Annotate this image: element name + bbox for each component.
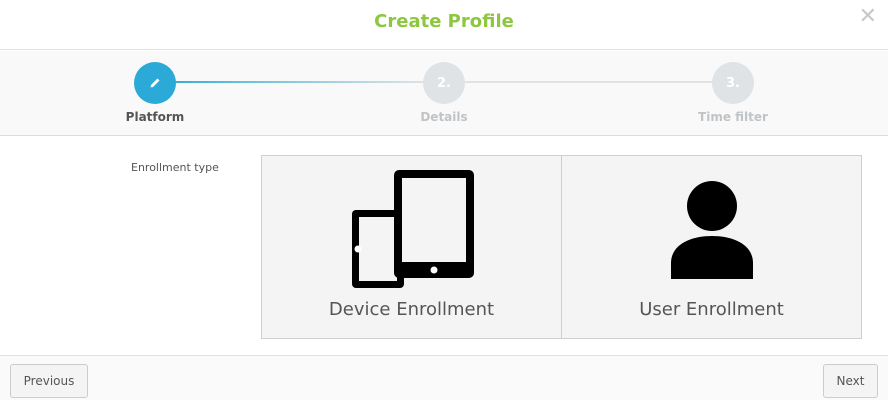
modal-title: Create Profile [374, 11, 514, 32]
modal-footer: Previous Next [0, 355, 888, 400]
enrollment-type-label: Enrollment type [131, 161, 219, 174]
pencil-icon [150, 78, 160, 88]
close-icon[interactable]: ✕ [859, 4, 877, 29]
step-details-label: Details [420, 110, 468, 124]
user-icon [670, 181, 753, 279]
user-enrollment-option[interactable]: User Enrollment [561, 156, 861, 338]
modal-header: Create Profile ✕ [0, 0, 888, 50]
step-details-marker[interactable]: 2. [423, 62, 465, 104]
step-platform-marker[interactable] [134, 62, 176, 104]
device-enrollment-label: Device Enrollment [328, 299, 495, 320]
user-enrollment-label: User Enrollment [639, 299, 784, 320]
tablet-phone-icon [351, 170, 474, 288]
stepper-connector-1 [175, 81, 425, 83]
device-enrollment-option[interactable]: Device Enrollment [262, 156, 561, 338]
stepper: 2. 3. Platform Details Time filter [0, 51, 888, 136]
step-platform-label: Platform [125, 110, 185, 124]
next-button[interactable]: Next [823, 364, 878, 398]
step-time-filter-label: Time filter [698, 110, 768, 124]
stepper-connector-2 [465, 81, 713, 83]
previous-button[interactable]: Previous [10, 364, 88, 398]
step-time-filter-marker[interactable]: 3. [712, 62, 754, 104]
enrollment-type-options: Device Enrollment User Enrollment [261, 155, 862, 339]
